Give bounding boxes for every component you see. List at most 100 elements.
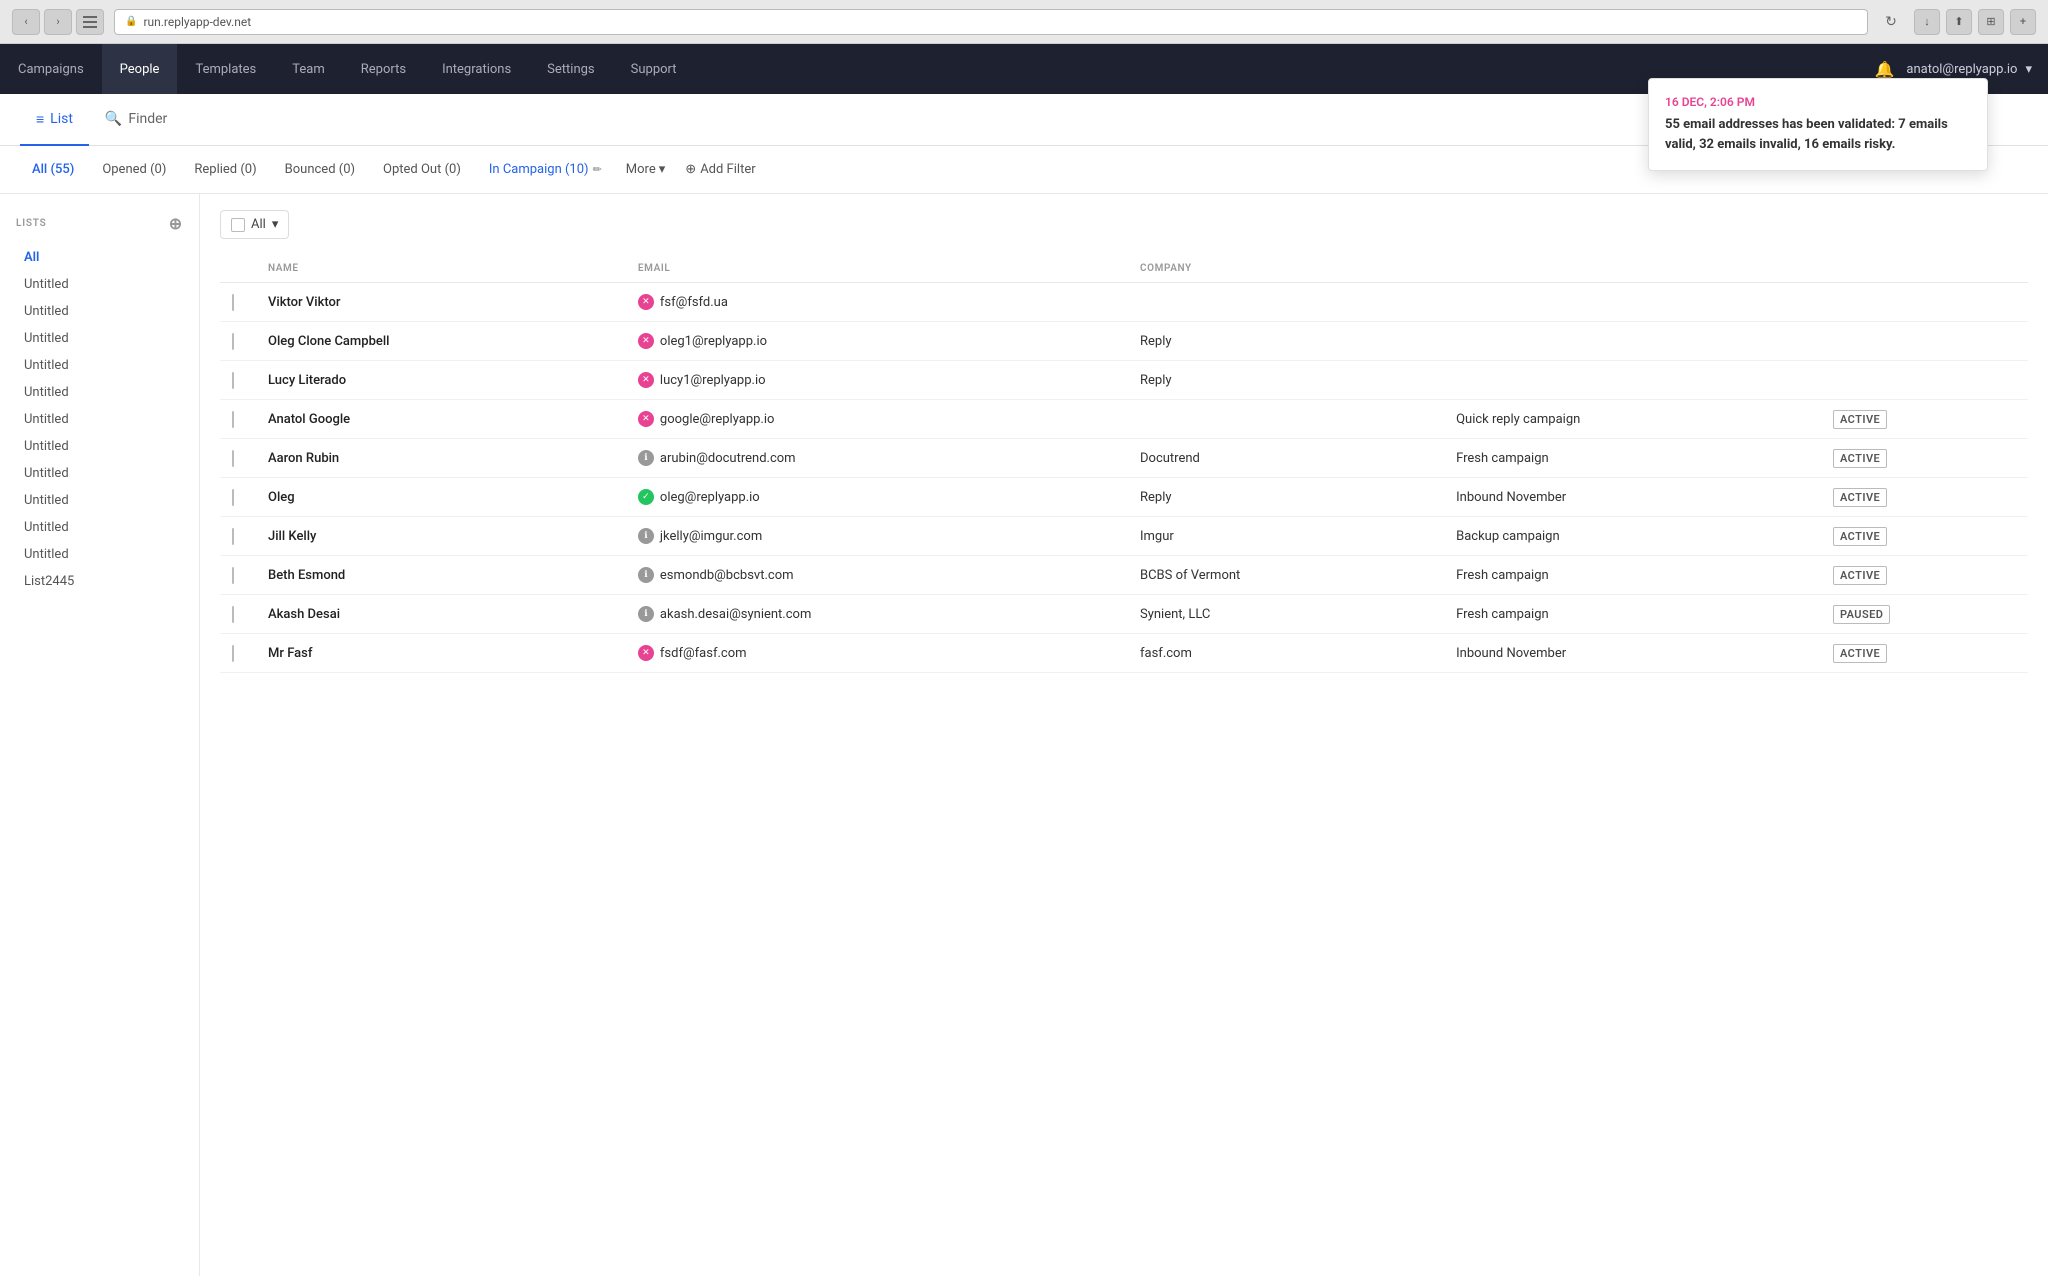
nav-templates[interactable]: Templates (177, 44, 274, 94)
row-checkbox-1[interactable] (232, 333, 234, 350)
share-icon[interactable]: ⬆ (1946, 9, 1972, 35)
filter-tab-in-campaign[interactable]: In Campaign (10) ✏ (477, 158, 614, 181)
row-checkbox-5[interactable] (232, 489, 234, 506)
new-tab-icon[interactable]: ⊞ (1978, 9, 2004, 35)
forward-button[interactable]: › (44, 9, 72, 35)
row-company-7: BCBS of Vermont (1128, 556, 1444, 595)
row-email-7: ℹ esmondb@bcbsvt.com (626, 556, 1128, 595)
nav-reports[interactable]: Reports (343, 44, 424, 94)
filter-tab-all[interactable]: All (55) (20, 158, 86, 181)
filter-tab-replied[interactable]: Replied (0) (182, 158, 268, 181)
row-checkbox-3[interactable] (232, 411, 234, 428)
select-all-checkbox[interactable] (231, 218, 245, 232)
plus-icon[interactable]: + (2010, 9, 2036, 35)
filter-tab-add[interactable]: ⊕ Add Filter (677, 158, 763, 181)
sidebar-item-8[interactable]: Untitled (16, 461, 183, 486)
notification-popup: 16 DEC, 2:06 PM 55 email addresses has b… (1648, 78, 1988, 171)
table-row: Mr Fasf ✕ fsdf@fasf.com fasf.com Inbound… (220, 634, 2028, 673)
th-email: EMAIL (626, 255, 1128, 283)
row-name-9[interactable]: Mr Fasf (256, 634, 626, 673)
email-text-4: arubin@docutrend.com (660, 451, 796, 466)
row-checkbox-9[interactable] (232, 645, 234, 662)
sub-nav-finder-label: Finder (128, 111, 167, 127)
th-campaign (1444, 255, 1821, 283)
sidebar-item-4[interactable]: Untitled (16, 353, 183, 378)
filter-tab-opted-out[interactable]: Opted Out (0) (371, 158, 473, 181)
email-status-icon-4: ℹ (638, 450, 654, 466)
row-status-0 (1821, 283, 2028, 322)
nav-settings[interactable]: Settings (529, 44, 612, 94)
nav-campaigns[interactable]: Campaigns (0, 44, 102, 94)
notification-bell-icon[interactable]: 🔔 (1874, 60, 1894, 79)
sidebar-item-6[interactable]: Untitled (16, 407, 183, 432)
sidebar: LISTS ⊕ All Untitled Untitled Untitled U… (0, 194, 200, 1276)
more-chevron-icon: ▾ (659, 162, 666, 177)
email-status-icon-9: ✕ (638, 645, 654, 661)
nav-team[interactable]: Team (274, 44, 343, 94)
reload-button[interactable]: ↻ (1878, 9, 1904, 35)
row-name-3[interactable]: Anatol Google (256, 400, 626, 439)
row-name-4[interactable]: Aaron Rubin (256, 439, 626, 478)
row-company-6: Imgur (1128, 517, 1444, 556)
table-controls: All ▾ (220, 210, 2028, 239)
row-checkbox-cell (220, 634, 256, 673)
sub-nav-list-label: List (50, 111, 73, 127)
row-checkbox-2[interactable] (232, 372, 234, 389)
sidebar-item-1[interactable]: Untitled (16, 272, 183, 297)
row-campaign-5: Inbound November (1444, 478, 1821, 517)
row-name-2[interactable]: Lucy Literado (256, 361, 626, 400)
table-row: Oleg ✓ oleg@replyapp.io Reply Inbound No… (220, 478, 2028, 517)
sidebar-item-list2445[interactable]: List2445 (16, 569, 183, 594)
sidebar-item-2[interactable]: Untitled (16, 299, 183, 324)
row-name-6[interactable]: Jill Kelly (256, 517, 626, 556)
sidebar-toggle-button[interactable] (76, 9, 104, 35)
email-text-0: fsf@fsfd.ua (660, 295, 728, 310)
row-checkbox-0[interactable] (232, 294, 234, 311)
row-name-7[interactable]: Beth Esmond (256, 556, 626, 595)
sidebar-item-11[interactable]: Untitled (16, 542, 183, 567)
row-name-8[interactable]: Akash Desai (256, 595, 626, 634)
sidebar-item-9[interactable]: Untitled (16, 488, 183, 513)
edit-filter-icon[interactable]: ✏ (593, 163, 602, 176)
row-checkbox-cell (220, 595, 256, 634)
back-button[interactable]: ‹ (12, 9, 40, 35)
th-checkbox (220, 255, 256, 283)
filter-tab-opened[interactable]: Opened (0) (90, 158, 178, 181)
nav-integrations[interactable]: Integrations (424, 44, 529, 94)
th-status (1821, 255, 2028, 283)
row-checkbox-7[interactable] (232, 567, 234, 584)
content-area: ≡ List 🔍 Finder All (55) Opened (0) Repl… (0, 94, 2048, 1280)
sidebar-item-10[interactable]: Untitled (16, 515, 183, 540)
add-list-button[interactable]: ⊕ (169, 214, 183, 233)
table-row: Viktor Viktor ✕ fsf@fsfd.ua (220, 283, 2028, 322)
sub-nav-list[interactable]: ≡ List (20, 94, 89, 146)
sidebar-item-5[interactable]: Untitled (16, 380, 183, 405)
nav-support[interactable]: Support (613, 44, 695, 94)
sub-nav-finder[interactable]: 🔍 Finder (89, 94, 183, 146)
sidebar-item-all[interactable]: All (16, 245, 183, 270)
row-checkbox-4[interactable] (232, 450, 234, 467)
nav-user-email: anatol@replyapp.io (1906, 62, 2017, 77)
row-checkbox-cell (220, 478, 256, 517)
select-all-button[interactable]: All ▾ (220, 210, 289, 239)
sidebar-item-7[interactable]: Untitled (16, 434, 183, 459)
row-status-6: ACTIVE (1821, 517, 2028, 556)
row-status-1 (1821, 322, 2028, 361)
filter-tab-bounced[interactable]: Bounced (0) (273, 158, 367, 181)
row-checkbox-cell (220, 517, 256, 556)
row-checkbox-6[interactable] (232, 528, 234, 545)
row-checkbox-8[interactable] (232, 606, 234, 623)
row-email-2: ✕ lucy1@replyapp.io (626, 361, 1128, 400)
nav-people[interactable]: People (102, 44, 178, 94)
download-icon[interactable]: ↓ (1914, 9, 1940, 35)
filter-tab-more[interactable]: More ▾ (618, 158, 673, 181)
nav-user[interactable]: 🔔 anatol@replyapp.io ▾ (1858, 60, 2048, 79)
row-name-0[interactable]: Viktor Viktor (256, 283, 626, 322)
table-row: Oleg Clone Campbell ✕ oleg1@replyapp.io … (220, 322, 2028, 361)
search-icon: 🔍 (105, 111, 122, 127)
sidebar-item-3[interactable]: Untitled (16, 326, 183, 351)
url-bar[interactable]: 🔒 run.replyapp-dev.net (114, 9, 1868, 35)
row-name-1[interactable]: Oleg Clone Campbell (256, 322, 626, 361)
row-campaign-6: Backup campaign (1444, 517, 1821, 556)
row-name-5[interactable]: Oleg (256, 478, 626, 517)
